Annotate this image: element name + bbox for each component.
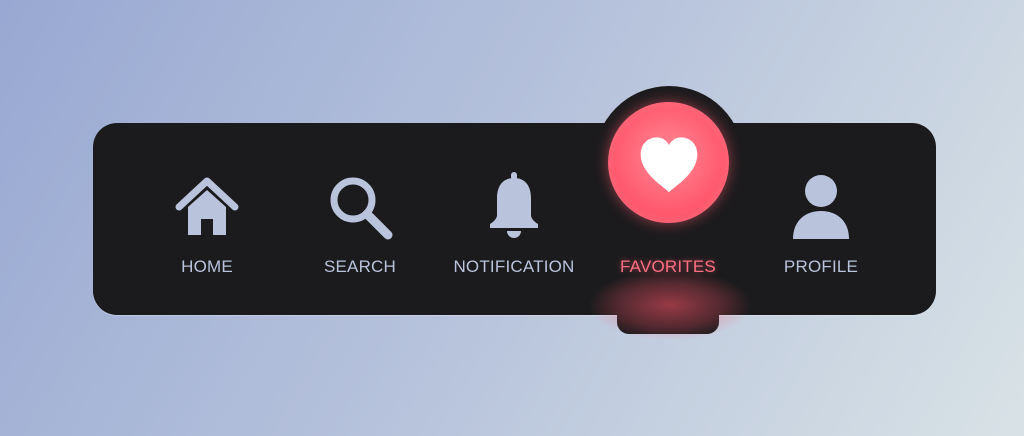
nav-label-notification: NOTIFICATION xyxy=(453,257,575,276)
search-icon xyxy=(324,171,396,243)
nav-item-notification[interactable]: NOTIFICATION xyxy=(439,123,589,315)
user-icon xyxy=(785,171,857,243)
home-icon xyxy=(171,171,243,243)
nav-item-search[interactable]: SEARCH xyxy=(285,123,435,315)
nav-label-profile: PROFILE xyxy=(783,257,859,276)
heart-icon xyxy=(640,136,697,192)
nav-item-home[interactable]: HOME xyxy=(132,123,282,315)
nav-label-search: SEARCH xyxy=(323,257,397,276)
nav-label-favorites: FAVORITES xyxy=(620,257,716,276)
nav-label-home: HOME xyxy=(181,257,233,276)
bell-icon xyxy=(478,171,550,243)
favorites-active-button[interactable] xyxy=(608,102,729,223)
nav-item-profile[interactable]: PROFILE xyxy=(746,123,896,315)
active-indicator-tab xyxy=(617,314,719,334)
